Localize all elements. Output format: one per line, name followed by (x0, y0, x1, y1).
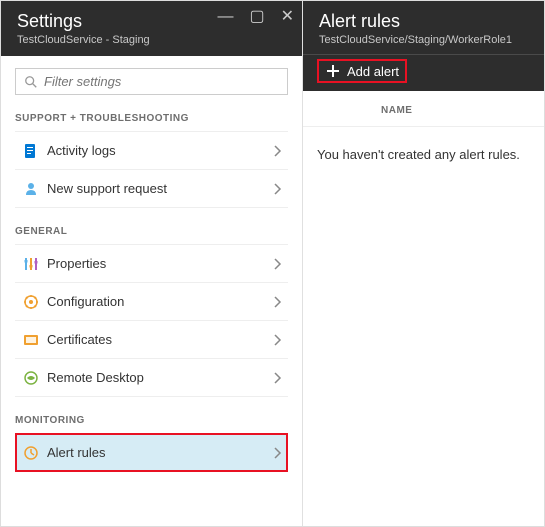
remote-desktop-icon (15, 370, 47, 386)
item-configuration[interactable]: Configuration (15, 282, 288, 321)
minimize-icon[interactable]: — (217, 9, 233, 25)
certificates-icon (15, 332, 47, 348)
item-properties[interactable]: Properties (15, 244, 288, 283)
alert-rules-pane: Alert rules TestCloudService/Staging/Wor… (303, 1, 544, 526)
section-support-label: SUPPORT + TROUBLESHOOTING (15, 113, 288, 124)
alert-rules-body: NAME You haven't created any alert rules… (303, 91, 544, 182)
settings-header: Settings TestCloudService - Staging — ▢ … (1, 1, 302, 56)
maximize-icon[interactable]: ▢ (249, 9, 264, 25)
item-label: Configuration (47, 294, 274, 309)
filter-settings-field[interactable] (15, 68, 288, 95)
alert-rules-header: Alert rules TestCloudService/Staging/Wor… (303, 1, 544, 91)
add-alert-label: Add alert (347, 64, 399, 79)
item-label: Alert rules (47, 445, 274, 460)
item-activity-logs[interactable]: Activity logs (15, 131, 288, 170)
empty-state-message: You haven't created any alert rules. (303, 127, 544, 182)
alert-rules-subtitle: TestCloudService/Staging/WorkerRole1 (319, 34, 528, 46)
chevron-right-icon (274, 447, 288, 459)
close-icon[interactable]: ✕ (281, 9, 294, 25)
alert-rules-title: Alert rules (319, 11, 528, 32)
section-monitoring-label: MONITORING (15, 415, 288, 426)
item-label: Activity logs (47, 143, 274, 158)
support-request-icon (15, 181, 47, 197)
configuration-icon (15, 294, 47, 310)
section-general-label: GENERAL (15, 226, 288, 237)
settings-body: SUPPORT + TROUBLESHOOTING Activity logs … (1, 56, 302, 526)
item-label: Remote Desktop (47, 370, 274, 385)
chevron-right-icon (274, 296, 288, 308)
settings-pane: Settings TestCloudService - Staging — ▢ … (1, 1, 303, 526)
item-label: Properties (47, 256, 274, 271)
item-certificates[interactable]: Certificates (15, 320, 288, 359)
chevron-right-icon (274, 258, 288, 270)
item-alert-rules[interactable]: Alert rules (15, 433, 288, 472)
column-header-name: NAME (303, 91, 544, 127)
chevron-right-icon (274, 372, 288, 384)
window-controls: — ▢ ✕ (217, 9, 294, 25)
item-remote-desktop[interactable]: Remote Desktop (15, 358, 288, 397)
activity-logs-icon (15, 143, 47, 159)
search-icon (24, 75, 38, 89)
chevron-right-icon (274, 145, 288, 157)
chevron-right-icon (274, 183, 288, 195)
filter-settings-input[interactable] (44, 74, 279, 89)
item-label: Certificates (47, 332, 274, 347)
item-new-support-request[interactable]: New support request (15, 169, 288, 208)
plus-icon (325, 63, 341, 79)
add-alert-button[interactable]: Add alert (319, 61, 405, 81)
chevron-right-icon (274, 334, 288, 346)
alert-rules-icon (15, 445, 47, 461)
settings-subtitle: TestCloudService - Staging (17, 34, 286, 46)
item-label: New support request (47, 181, 274, 196)
properties-icon (15, 256, 47, 272)
